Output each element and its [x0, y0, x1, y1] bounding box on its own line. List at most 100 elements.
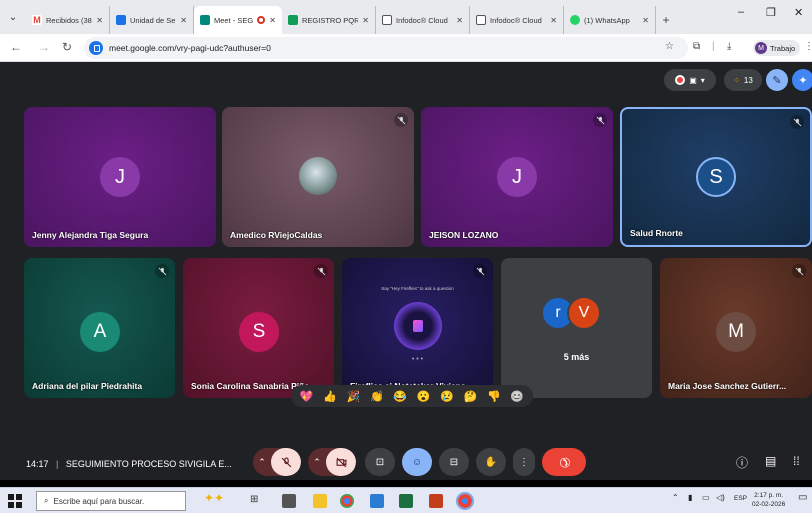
new-tab-button[interactable]: +: [656, 6, 676, 34]
extensions-icon[interactable]: ⧉: [693, 41, 700, 52]
chrome-active-icon[interactable]: [456, 492, 474, 510]
file-explorer-icon[interactable]: [313, 494, 327, 508]
mic-off-icon: [155, 264, 169, 278]
tab-gmail[interactable]: M Recibidos (38) - ✕: [26, 6, 110, 34]
close-tab-icon[interactable]: ✕: [362, 16, 369, 25]
network-icon[interactable]: ▭: [702, 493, 710, 502]
tab-infodoc-1[interactable]: Infodoc® Cloud ✕: [376, 6, 470, 34]
mic-off-icon: [473, 264, 487, 278]
reaction-party-icon[interactable]: 🎉: [347, 390, 361, 403]
present-button[interactable]: ⊟: [439, 448, 469, 476]
participant-tile[interactable]: A Adriana del pilar Piedrahita: [24, 258, 175, 398]
participant-tile[interactable]: J JEISON LOZANO: [421, 107, 613, 247]
leave-call-button[interactable]: ✆: [542, 448, 586, 476]
reaction-thinking-icon[interactable]: 🤔: [464, 390, 478, 403]
reaction-sad-icon[interactable]: 😢: [440, 390, 454, 403]
taskbar-search[interactable]: ⌕ Escribe aquí para buscar.: [36, 491, 186, 511]
tab-infodoc-2[interactable]: Infodoc® Cloud ✕: [470, 6, 564, 34]
close-tab-icon[interactable]: ✕: [269, 16, 276, 25]
avatar: M: [755, 42, 767, 54]
effects-button[interactable]: ✎: [766, 69, 788, 91]
reaction-thumbsup-icon[interactable]: 👍: [323, 390, 337, 403]
excel-icon[interactable]: [399, 494, 413, 508]
forward-icon[interactable]: →: [38, 40, 50, 54]
close-tab-icon[interactable]: ✕: [550, 16, 557, 25]
powerpoint-icon[interactable]: [429, 494, 443, 508]
fireflies-caption: Say "Hey Fireflies" to ask a question: [381, 286, 454, 291]
close-tab-icon[interactable]: ✕: [642, 16, 649, 25]
close-tab-icon[interactable]: ✕: [180, 16, 187, 25]
participant-tile[interactable]: S Sonia Carolina Sanabria Piñe...: [183, 258, 334, 398]
restore-icon[interactable]: ❐: [766, 6, 776, 19]
recording-icon: [257, 16, 266, 24]
captions-button[interactable]: ⊡: [365, 448, 395, 476]
tab-whatsapp[interactable]: (1) WhatsApp ✕: [564, 6, 656, 34]
tab-search-icon[interactable]: ⌄: [0, 0, 26, 34]
participant-tile[interactable]: Say "Hey Fireflies" to ask a question • …: [342, 258, 493, 398]
reload-icon[interactable]: ↻: [62, 40, 72, 54]
avatar: V: [567, 296, 601, 330]
emoji-button[interactable]: ☺: [402, 448, 432, 476]
add-reaction-icon[interactable]: 😊: [510, 390, 524, 403]
omnibox[interactable]: meet.google.com/vry-pagi-udc?authuser=0: [84, 37, 688, 59]
volume-icon[interactable]: ◁): [716, 493, 725, 502]
close-tab-icon[interactable]: ✕: [96, 16, 103, 25]
info-icon[interactable]: ⓘ: [736, 454, 748, 471]
site-info-icon[interactable]: [89, 41, 103, 55]
tab-registro[interactable]: REGISTRO PQRS ✕: [282, 6, 376, 34]
infodoc-icon: [476, 15, 486, 25]
outlook-icon[interactable]: [370, 494, 384, 508]
participant-tile-speaking[interactable]: S Salud Rnorte: [620, 107, 812, 247]
windows-start-icon[interactable]: [8, 494, 22, 508]
tab-title: Infodoc® Cloud: [490, 15, 542, 25]
participant-tile[interactable]: M Maria Jose Sanchez Gutierr...: [660, 258, 812, 398]
close-tab-icon[interactable]: ✕: [456, 16, 463, 25]
task-view-icon[interactable]: ⊞: [250, 494, 264, 508]
mic-control[interactable]: ⌃: [253, 448, 301, 476]
gemini-button[interactable]: ✦: [792, 69, 812, 91]
profile-button[interactable]: M Trabajo: [753, 40, 801, 56]
chevron-up-icon[interactable]: ⌃: [253, 457, 271, 468]
download-icon[interactable]: ⤓: [727, 41, 731, 52]
meeting-title: SEGUIMIENTO PROCESO SIVIGILA E...: [65, 459, 232, 469]
reaction-laugh-icon[interactable]: 😂: [393, 390, 407, 403]
present-icon: ▣: [689, 75, 697, 85]
tray-usb-icon[interactable]: ▮: [688, 493, 692, 502]
tray-chevron-icon[interactable]: ⌃: [672, 493, 679, 502]
reaction-clap-icon[interactable]: 👏: [370, 390, 384, 403]
camera-control[interactable]: ⌃: [308, 448, 356, 476]
tab-meet[interactable]: Meet - SEGI ✕: [194, 6, 282, 34]
people-icon: ⁘: [733, 75, 740, 85]
search-highlight-icon[interactable]: ✦✦: [204, 491, 224, 505]
clock[interactable]: 2:17 p. m. 02-02-2026: [752, 491, 785, 509]
participant-tile[interactable]: Amedico RViejoCaldas: [222, 107, 414, 247]
reaction-surprised-icon[interactable]: 😮: [417, 390, 431, 403]
activities-icon[interactable]: ⁞⁞: [793, 454, 800, 468]
menu-kebab-icon[interactable]: ⋮: [804, 41, 812, 52]
tab-unidad[interactable]: Unidad de Servi ✕: [110, 6, 194, 34]
record-present-controls[interactable]: ▣ ▾: [664, 69, 716, 91]
calculator-icon[interactable]: [282, 494, 296, 508]
close-window-icon[interactable]: ✕: [794, 6, 803, 19]
language-indicator[interactable]: ESP: [734, 495, 747, 502]
reaction-heart-icon[interactable]: 💖: [300, 390, 314, 403]
more-participants-tile[interactable]: r V 5 más: [501, 258, 652, 398]
bookmark-star-icon[interactable]: ☆: [665, 41, 674, 52]
gemini-icon: ✦: [798, 74, 808, 87]
chevron-up-icon[interactable]: ⌃: [308, 457, 326, 468]
participants-count-button[interactable]: ⁘ 13: [724, 69, 762, 91]
chrome-icon[interactable]: [340, 494, 354, 508]
notifications-icon[interactable]: ▭: [798, 492, 807, 503]
back-icon[interactable]: ←: [10, 40, 22, 54]
present-screen-icon: ⊟: [449, 456, 459, 468]
url-text[interactable]: meet.google.com/vry-pagi-udc?authuser=0: [109, 43, 271, 53]
tab-strip: ⌄ M Recibidos (38) - ✕ Unidad de Servi ✕…: [0, 0, 812, 34]
participant-tile[interactable]: J Jenny Alejandra Tiga Segura: [24, 107, 216, 247]
raise-hand-button[interactable]: ✋: [476, 448, 506, 476]
more-options-button[interactable]: ⋮: [513, 448, 535, 476]
chat-icon[interactable]: ▤: [765, 454, 776, 468]
camera-off-icon[interactable]: [326, 448, 356, 476]
minimize-icon[interactable]: –: [738, 6, 744, 18]
mic-off-icon[interactable]: [271, 448, 301, 476]
reaction-thumbsdown-icon[interactable]: 👎: [487, 390, 501, 403]
